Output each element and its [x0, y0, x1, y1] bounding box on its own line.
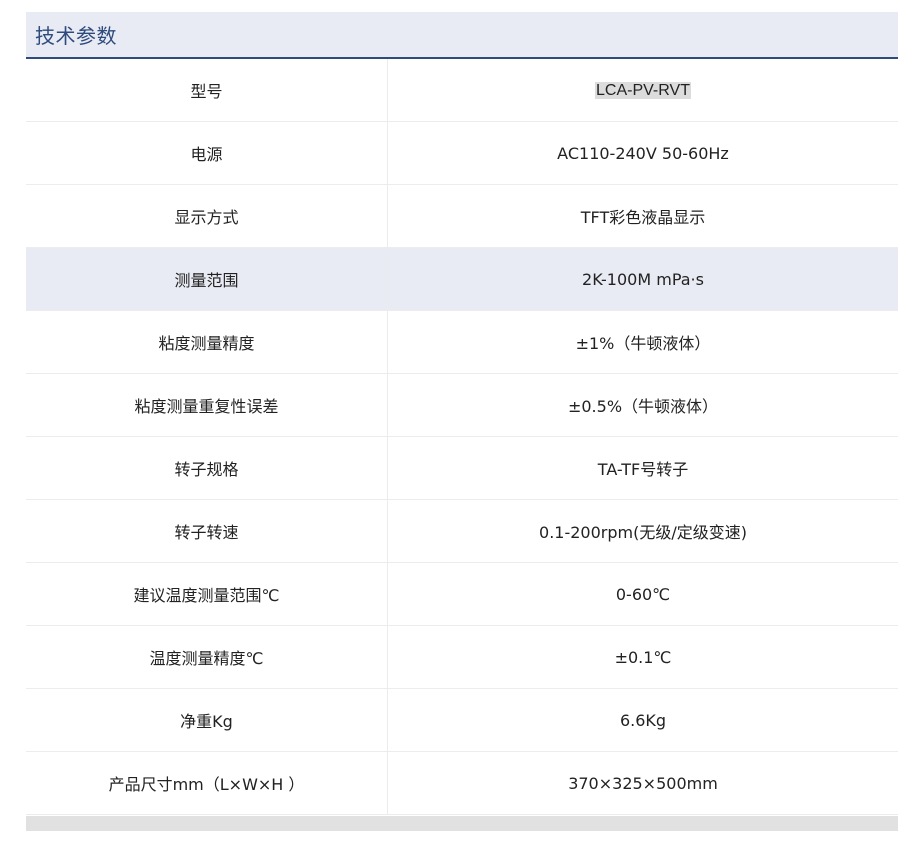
spec-label: 电源 [26, 121, 388, 185]
tech-specs-section: 技术参数 型号 LCA-PV-RVT 电源 AC110-240V 50-60Hz… [26, 12, 898, 815]
spec-label: 产品尺寸mm（L×W×H ） [26, 751, 388, 815]
spec-label: 型号 [26, 59, 388, 122]
spec-label: 温度测量精度℃ [26, 625, 388, 689]
footer-bar [26, 816, 898, 831]
table-row-highlighted: 测量范围 2K-100M mPa·s [26, 247, 898, 311]
spec-label: 转子规格 [26, 436, 388, 500]
spec-value: AC110-240V 50-60Hz [387, 121, 898, 185]
spec-value: 370×325×500mm [387, 751, 898, 815]
spec-label: 转子转速 [26, 499, 388, 563]
spec-value: LCA-PV-RVT [387, 59, 898, 122]
spec-value: 2K-100M mPa·s [387, 247, 898, 311]
spec-value: 0.1-200rpm(无级/定级变速) [387, 499, 898, 563]
spec-label: 粘度测量精度 [26, 310, 388, 374]
table-row: 温度测量精度℃ ±0.1℃ [26, 625, 898, 689]
spec-value: TFT彩色液晶显示 [387, 184, 898, 248]
section-header: 技术参数 [26, 12, 898, 59]
table-row: 转子转速 0.1-200rpm(无级/定级变速) [26, 499, 898, 563]
table-row: 显示方式 TFT彩色液晶显示 [26, 184, 898, 248]
spec-label: 粘度测量重复性误差 [26, 373, 388, 437]
spec-table: 型号 LCA-PV-RVT 电源 AC110-240V 50-60Hz 显示方式… [26, 59, 898, 815]
spec-value: 0-60℃ [387, 562, 898, 626]
section-title: 技术参数 [35, 24, 117, 48]
spec-value: ±1%（牛顿液体） [387, 310, 898, 374]
table-row: 建议温度测量范围℃ 0-60℃ [26, 562, 898, 626]
spec-value: ±0.1℃ [387, 625, 898, 689]
model-number: LCA-PV-RVT [595, 82, 691, 99]
spec-value: TA-TF号转子 [387, 436, 898, 500]
spec-value: ±0.5%（牛顿液体） [387, 373, 898, 437]
table-row: 粘度测量重复性误差 ±0.5%（牛顿液体） [26, 373, 898, 437]
table-row-model: 型号 LCA-PV-RVT [26, 59, 898, 122]
table-row: 产品尺寸mm（L×W×H ） 370×325×500mm [26, 751, 898, 815]
table-row: 净重Kg 6.6Kg [26, 688, 898, 752]
table-row: 转子规格 TA-TF号转子 [26, 436, 898, 500]
spec-label: 净重Kg [26, 688, 388, 752]
spec-label: 显示方式 [26, 184, 388, 248]
spec-label: 建议温度测量范围℃ [26, 562, 388, 626]
table-row: 电源 AC110-240V 50-60Hz [26, 121, 898, 185]
spec-value: 6.6Kg [387, 688, 898, 752]
table-row: 粘度测量精度 ±1%（牛顿液体） [26, 310, 898, 374]
spec-label: 测量范围 [26, 247, 388, 311]
